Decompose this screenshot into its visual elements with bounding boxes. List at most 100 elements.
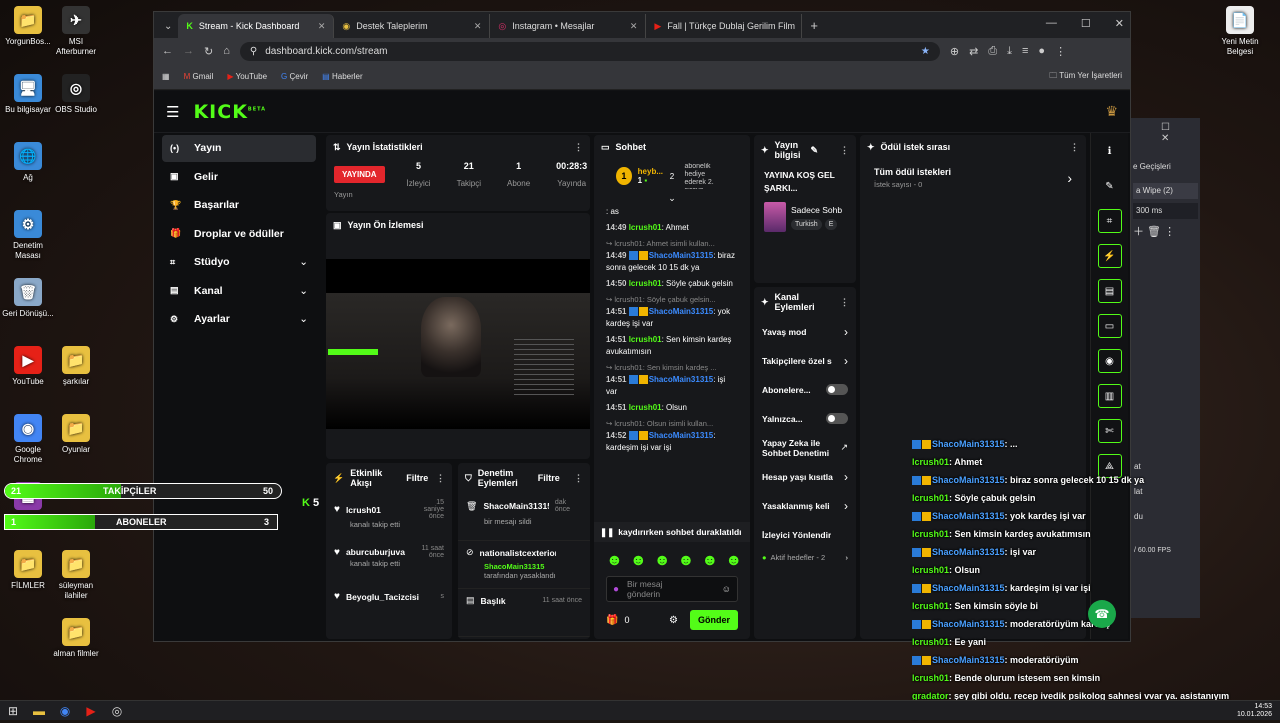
back-icon[interactable]: ←	[162, 45, 173, 57]
info-icon[interactable]: ℹ	[1098, 139, 1122, 163]
sidebar-item-2[interactable]: 🏆 Başarılar	[162, 192, 316, 219]
windows-start-icon[interactable]: ⊞	[0, 701, 26, 721]
sidebar-item-3[interactable]: 🎁 Droplar ve ödüller	[162, 221, 316, 248]
bookmark-news[interactable]: ▤ Haberler	[322, 72, 362, 81]
channel-action-item[interactable]: Yasaklanmış keli ›	[754, 491, 856, 520]
all-bookmarks[interactable]: 🗀 Tüm Yer İşaretleri	[1049, 70, 1122, 84]
obs-scene-buttons[interactable]: ＋ 🗑 ⋮	[1133, 223, 1198, 239]
emote-icon[interactable]: ☻	[749, 552, 750, 570]
chat-user[interactable]: lcrush01	[629, 279, 662, 288]
emote-icon[interactable]: ☻	[630, 552, 647, 570]
extension-icon[interactable]: ⊕	[950, 45, 959, 58]
close-icon[interactable]: ✕	[630, 21, 638, 32]
chat-user[interactable]: lcrush01	[629, 403, 662, 412]
emote-icon[interactable]: ☻	[606, 552, 623, 570]
chat-user[interactable]: lcrush01	[629, 223, 662, 232]
tag[interactable]: E	[824, 218, 838, 230]
chat-message[interactable]: ↪ lcrush01: Söyle çabuk gelsin... 14:51 S…	[594, 292, 750, 332]
sidebar-item-5[interactable]: ▤ Kanal ⌄	[162, 278, 316, 305]
store-icon[interactable]: ▥	[1097, 384, 1122, 408]
more-options-icon[interactable]: ⋮	[436, 473, 445, 484]
channel-action-item[interactable]: Takipçilere özel s ›	[754, 346, 856, 375]
emote-icon[interactable]: ☻	[678, 552, 695, 570]
kick-logo[interactable]: KICKBETA	[193, 101, 266, 123]
chat-user[interactable]: ShacoMain31315	[649, 307, 713, 316]
clock[interactable]: 14:53 10.01.2026	[1237, 703, 1272, 719]
print-icon[interactable]: ⎙	[988, 45, 997, 58]
channel-action-item[interactable]: Hesap yaşı kısıtla ›	[754, 462, 856, 491]
clip-icon[interactable]: ⌗	[1097, 209, 1122, 233]
sidebar-item-1[interactable]: ▣ Gelir	[162, 164, 316, 191]
reload-icon[interactable]: ↻	[204, 45, 213, 58]
desktop-icon-new-text[interactable]: 📄 Yeni Metin Belgesi	[1212, 6, 1268, 57]
broadcast-icon[interactable]: ◉	[1097, 349, 1122, 373]
tag[interactable]: Turkish	[791, 218, 822, 230]
download-icon[interactable]: ⤓	[1007, 45, 1012, 58]
desktop-icon[interactable]: 🗑 Geri Dönüşü...	[0, 278, 56, 319]
close-window-button[interactable]: ✕	[1115, 17, 1124, 30]
collapse-icon[interactable]: ⌄	[594, 193, 750, 204]
sidebar-item-4[interactable]: ⌗ Stüdyo ⌄	[162, 249, 316, 276]
desktop-icon[interactable]: ⚙ Denetim Masası	[0, 210, 56, 261]
desktop-icon[interactable]: 📁 şarkılar	[48, 346, 104, 387]
desktop-icon[interactable]: 📁 alman filmler	[48, 618, 104, 659]
desktop-icon[interactable]: 📁 süleyman ilahiler	[48, 550, 104, 601]
obs-duration[interactable]: 300 ms	[1133, 203, 1198, 219]
user-avatar[interactable]: ♛	[1105, 103, 1118, 120]
chat-message[interactable]: 14:50 lcrush01: Söyle çabuk gelsin	[594, 276, 750, 292]
filter-button[interactable]: Filtre	[406, 473, 428, 483]
channel-action-item[interactable]: Yalnızca...	[754, 404, 856, 433]
chat-message[interactable]: : as	[594, 204, 750, 220]
sidebar-item-6[interactable]: ⚙ Ayarlar ⌄	[162, 306, 316, 333]
notification-bubble[interactable]: ☎	[1088, 600, 1116, 628]
chat-message[interactable]: ↪ lcrush01: Olsun isimli kullan... 14:52 …	[594, 416, 750, 456]
new-tab-button[interactable]: +	[802, 18, 826, 38]
file-explorer-icon[interactable]: ▬	[26, 701, 52, 721]
channel-action-item[interactable]: Yapay Zeka ile Sohbet Denetimi ↗	[754, 433, 856, 462]
more-options-icon[interactable]: ⋮	[840, 145, 849, 156]
close-icon[interactable]: ✕	[474, 21, 482, 32]
notes-icon[interactable]: ▤	[1097, 279, 1122, 303]
obs-icon[interactable]: ◎	[104, 701, 130, 721]
menu-icon[interactable]: ⋮	[1055, 45, 1066, 58]
desktop-icon[interactable]: ✈ MSI Afterburner	[48, 6, 104, 57]
translate-icon[interactable]: ⇄	[969, 45, 978, 58]
emote-icon[interactable]: ☻	[725, 552, 742, 570]
site-info-icon[interactable]: ⚲	[250, 46, 257, 57]
close-icon[interactable]: ✕	[318, 21, 326, 32]
channel-action-item[interactable]: İzleyici Yönlendir	[754, 520, 856, 549]
chat-message[interactable]: 14:49 lcrush01: Ahmet	[594, 220, 750, 236]
gift-icon[interactable]: 🎁	[606, 615, 618, 626]
more-options-icon[interactable]: ⋮	[840, 297, 849, 308]
tab-support[interactable]: ◉ Destek Taleplerim ✕	[334, 14, 491, 38]
address-bar[interactable]: ⚲ dashboard.kick.com/stream ★	[239, 41, 940, 61]
chat-message[interactable]: 14:51 lcrush01: Olsun	[594, 400, 750, 416]
desktop-icon[interactable]: 🌐 Ağ	[0, 142, 56, 183]
activity-item[interactable]: ♥ Beyoglu_Tacizcisi s	[326, 585, 452, 631]
activity-item[interactable]: ♥ lcrush01 15 saniye önce kanalı takip etti	[326, 493, 452, 539]
moderation-item[interactable]: ⊘ nationalistcexterior ShacoMain31315 taraf…	[458, 541, 590, 589]
toggle-switch[interactable]	[826, 384, 848, 395]
emote-icon[interactable]: ☻	[654, 552, 671, 570]
more-options-icon[interactable]: ⋮	[574, 142, 583, 153]
minimize-button[interactable]: —	[1046, 17, 1057, 30]
forward-icon[interactable]: →	[183, 45, 194, 57]
activity-item[interactable]: ♥ aburcuburjuva 11 saat önce kanalı takip e…	[326, 539, 452, 585]
chat-user[interactable]: ShacoMain31315	[649, 431, 713, 440]
chat-message[interactable]: ↪ lcrush01: Ahmet isimli kullan... 14:49 …	[594, 236, 750, 276]
chrome-icon[interactable]: ◉	[52, 701, 78, 721]
chat-user[interactable]: ShacoMain31315	[649, 251, 713, 260]
bookmark-gmail[interactable]: M Gmail	[184, 72, 214, 81]
send-button[interactable]: Gönder	[689, 610, 738, 630]
sidebar-item-0[interactable]: (•) Yayın	[162, 135, 316, 162]
edit-icon[interactable]: ✎	[811, 145, 819, 156]
mic-icon[interactable]: ●	[613, 584, 619, 595]
edit-icon[interactable]: ✎	[1098, 174, 1122, 198]
chat-bubble-icon[interactable]: ▭	[1097, 314, 1122, 338]
desktop-icon[interactable]: 📁 Oyunlar	[48, 414, 104, 455]
emoji-icon[interactable]: ☺	[722, 584, 731, 594]
bookmark-star-icon[interactable]: ★	[921, 46, 930, 57]
channel-action-item[interactable]: Yavaş mod ›	[754, 317, 856, 346]
more-options-icon[interactable]: ⋮	[574, 473, 583, 484]
tab-youtube[interactable]: ▶Fall | Türkçe Dublaj Gerilim Film✕	[646, 14, 803, 38]
